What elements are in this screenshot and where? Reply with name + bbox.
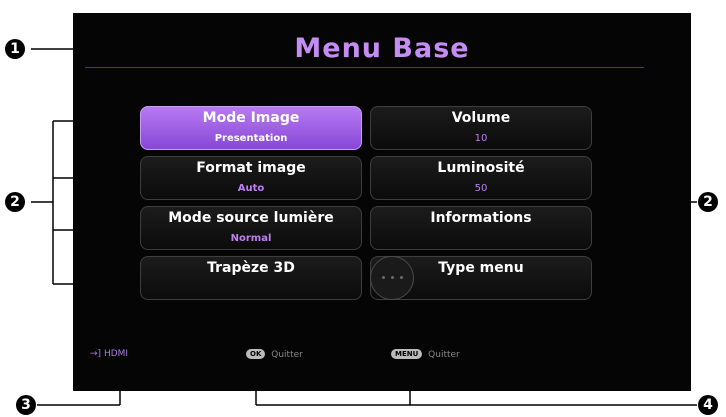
- menu-quit-hint: MENU Quitter: [391, 349, 460, 360]
- ok-quit-hint: OK Quitter: [246, 349, 303, 360]
- volume-button[interactable]: Volume 10: [370, 106, 592, 150]
- format-image-button[interactable]: Format image Auto: [140, 156, 362, 200]
- projector-osd-screen: Menu Base Mode Image Presentation Volume…: [73, 13, 691, 391]
- volume-value: 10: [474, 133, 488, 144]
- luminosite-label: Luminosité: [437, 160, 525, 176]
- type-menu-button[interactable]: Type menu: [370, 256, 592, 300]
- format-image-value: Auto: [237, 183, 265, 194]
- informations-button[interactable]: Informations: [370, 206, 592, 250]
- input-source-indicator: →] HDMI: [90, 349, 128, 359]
- luminosite-button[interactable]: Luminosité 50: [370, 156, 592, 200]
- menu-title: Menu Base: [294, 33, 470, 64]
- trapeze-3d-label: Trapèze 3D: [207, 260, 295, 276]
- volume-label: Volume: [451, 110, 511, 126]
- mode-image-button[interactable]: Mode Image Presentation: [140, 106, 362, 150]
- mode-source-lumiere-value: Normal: [230, 233, 272, 244]
- callout-3: 3: [16, 395, 36, 415]
- ok-quit-label: Quitter: [271, 350, 303, 360]
- input-source-label: HDMI: [103, 349, 129, 359]
- trapeze-3d-button[interactable]: Trapèze 3D: [140, 256, 362, 300]
- ok-key-icon: OK: [246, 349, 266, 359]
- informations-label: Informations: [430, 210, 532, 226]
- menu-quit-label: Quitter: [428, 350, 460, 360]
- format-image-label: Format image: [196, 160, 306, 176]
- input-source-icon: →]: [90, 349, 102, 359]
- title-divider: [85, 67, 644, 68]
- mode-image-label: Mode Image: [202, 110, 300, 126]
- callout-4: 4: [698, 395, 718, 415]
- callout-2-right: 2: [698, 192, 718, 212]
- mode-source-lumiere-button[interactable]: Mode source lumière Normal: [140, 206, 362, 250]
- mode-image-value: Presentation: [214, 133, 288, 144]
- type-menu-label: Type menu: [438, 260, 524, 276]
- callout-2-left: 2: [5, 192, 25, 212]
- luminosite-value: 50: [474, 183, 488, 194]
- callout-1: 1: [5, 39, 25, 59]
- menu-key-icon: MENU: [391, 349, 423, 359]
- mode-source-lumiere-label: Mode source lumière: [168, 210, 334, 226]
